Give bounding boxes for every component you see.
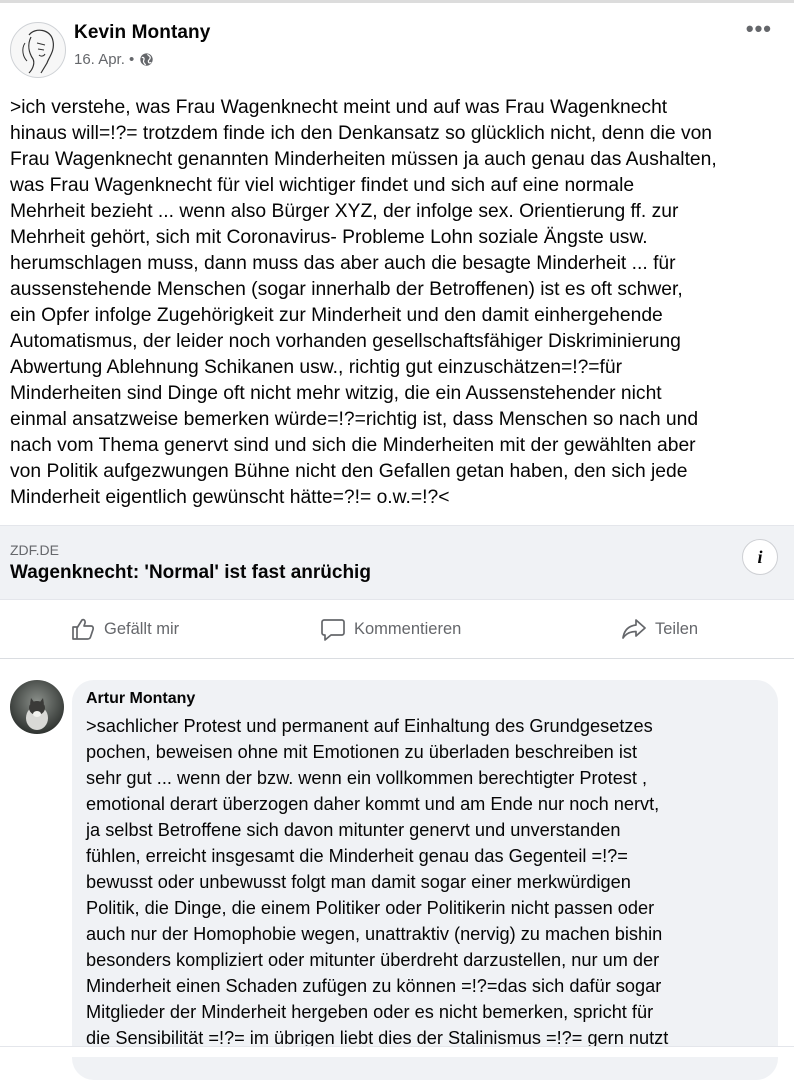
- share-arrow-icon: [622, 619, 646, 639]
- post-text: >ich verstehe, was Frau Wagenknecht mein…: [10, 97, 717, 508]
- post-author-avatar[interactable]: [10, 22, 66, 78]
- post-author-name[interactable]: Kevin Montany: [74, 22, 210, 44]
- share-label: Teilen: [655, 619, 699, 638]
- comment-author-avatar[interactable]: [10, 680, 64, 734]
- link-domain: ZDF.DE: [10, 542, 59, 558]
- bottom-divider: [0, 1046, 794, 1057]
- globe-icon: [140, 53, 153, 66]
- info-icon[interactable]: i: [742, 539, 778, 575]
- post-date[interactable]: 16. Apr. •: [74, 51, 134, 68]
- share-button[interactable]: Teilen: [621, 616, 698, 642]
- comment-bubble-icon: [321, 619, 345, 641]
- link-title[interactable]: Wagenknecht: 'Normal' ist fast anrüchig: [10, 562, 371, 584]
- thumbs-up-icon: [72, 618, 95, 640]
- comment-label: Kommentieren: [354, 619, 462, 638]
- like-button[interactable]: Gefällt mir: [70, 616, 179, 642]
- comment-bubble: Artur Montany >sachlicher Protest und pe…: [72, 680, 778, 1080]
- comment-text: >sachlicher Protest und permanent auf Ei…: [86, 716, 669, 1048]
- post-meta: 16. Apr. •: [74, 51, 154, 68]
- like-label: Gefällt mir: [104, 619, 180, 638]
- cat-photo-icon: [10, 680, 64, 734]
- sketch-portrait-icon: [22, 29, 54, 74]
- link-preview[interactable]: ZDF.DE Wagenknecht: 'Normal' ist fast an…: [0, 525, 794, 600]
- comment-button[interactable]: Kommentieren: [320, 616, 461, 642]
- comment-author-name[interactable]: Artur Montany: [86, 690, 195, 708]
- post-actions: Gefällt mir Kommentieren Teilen: [0, 600, 794, 659]
- more-options-icon[interactable]: •••: [746, 18, 772, 40]
- top-divider: [0, 0, 794, 3]
